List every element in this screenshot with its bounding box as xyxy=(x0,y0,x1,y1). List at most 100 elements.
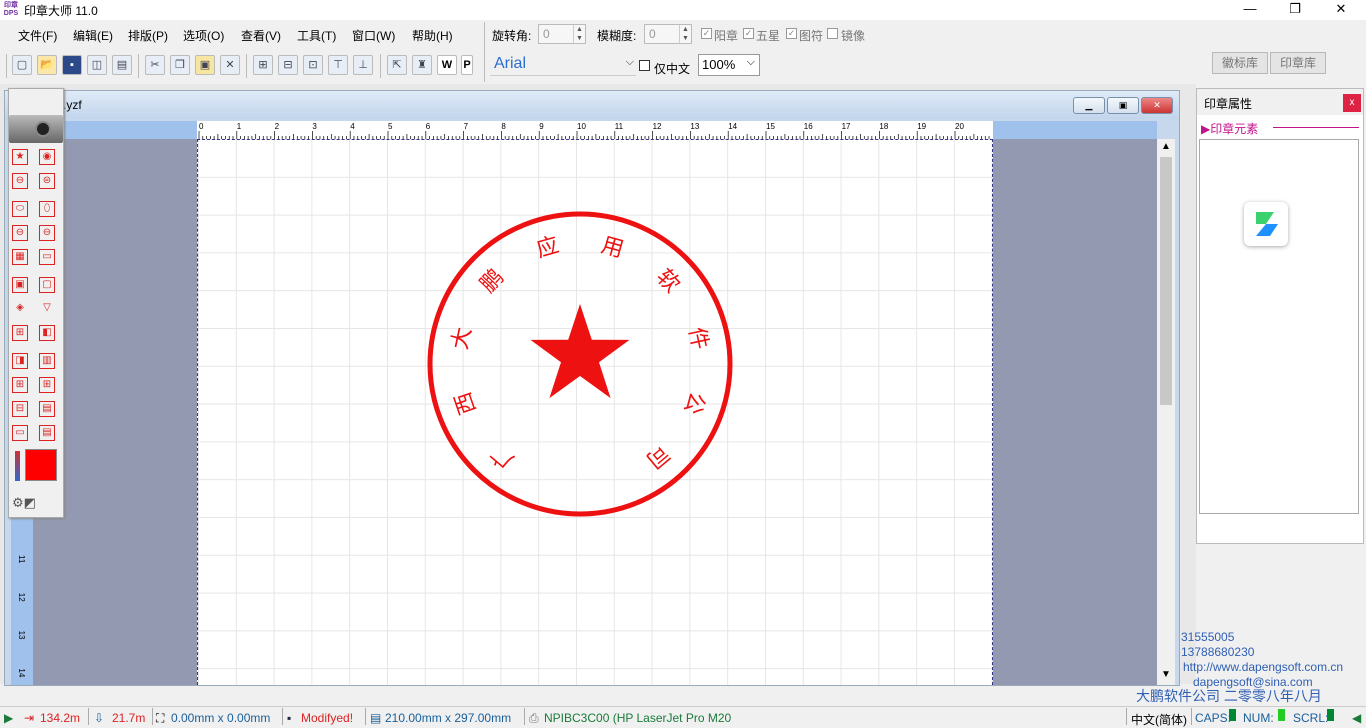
vertical-ruler-label: 13 xyxy=(17,631,26,640)
stamp-char: 大 xyxy=(448,325,477,352)
mirror-checkbox[interactable] xyxy=(827,28,838,39)
copy-icon[interactable]: ❐ xyxy=(170,55,190,75)
paste-icon[interactable]: ▣ xyxy=(195,55,215,75)
stamp-elements-section[interactable]: ▶印章元素 xyxy=(1201,120,1258,137)
align-right-icon[interactable]: ⊡ xyxy=(303,55,323,75)
menu-edit[interactable]: 编辑(E) xyxy=(73,27,113,44)
settings-tools-icon[interactable]: ⚙◩ xyxy=(12,495,60,515)
layout-a-icon[interactable]: ◨ xyxy=(12,353,28,369)
rotate-input[interactable]: 0 ▲ ▼ xyxy=(538,24,586,44)
square-stamp-icon[interactable]: ▣ xyxy=(12,277,28,293)
five-star-label: 五星 xyxy=(756,29,781,43)
maximize-button[interactable]: ❐ xyxy=(1272,0,1318,20)
five-star-checkbox[interactable]: ✓ xyxy=(743,28,754,39)
doc-close-button[interactable]: ✕ xyxy=(1141,97,1173,114)
ruler-label: 19 xyxy=(917,122,926,131)
align-icon[interactable]: ⊞ xyxy=(253,55,273,75)
ruler-label: 18 xyxy=(879,122,888,131)
menu-bar: 文件(F) 编辑(E) 排版(P) 选项(O) 查看(V) 工具(T) 窗口(W… xyxy=(0,20,480,50)
menu-options[interactable]: 选项(O) xyxy=(183,27,224,44)
oval-stamp-icon[interactable]: ⬭ xyxy=(12,201,28,217)
document-title: .yzf xyxy=(63,98,82,112)
print-icon[interactable]: ▤ xyxy=(112,55,132,75)
spin-arrows-icon: ▲ ▼ xyxy=(679,25,691,43)
scroll-thumb[interactable] xyxy=(1160,157,1172,405)
library-tabs: 徽标库 印章库 xyxy=(1212,52,1362,76)
paper-canvas[interactable]: 广西 大鹏应 用软件公司 xyxy=(197,139,993,685)
round-star-stamp-icon[interactable]: ★ xyxy=(12,149,28,165)
close-button[interactable]: ✕ xyxy=(1318,0,1364,20)
tab-stamp-library[interactable]: 印章库 xyxy=(1270,52,1326,74)
stamp-drawing[interactable]: 广西 大鹏应 用软件公司 xyxy=(198,140,994,686)
contact-phone-1: 31555005 xyxy=(1181,630,1235,644)
triangle-stamp-icon[interactable]: ▽ xyxy=(39,301,55,317)
property-panel-close-button[interactable]: x xyxy=(1343,94,1361,112)
menu-window[interactable]: 窗口(W) xyxy=(352,27,395,44)
align-top-icon[interactable]: ⊤ xyxy=(328,55,348,75)
menu-help[interactable]: 帮助(H) xyxy=(412,27,453,44)
ruler-label: 5 xyxy=(388,122,393,131)
square-frame-icon[interactable]: ▢ xyxy=(39,277,55,293)
vertical-scrollbar[interactable]: ▲ ▼ xyxy=(1157,139,1175,685)
layout-e-icon[interactable]: ⊟ xyxy=(12,401,28,417)
minimize-button[interactable]: — xyxy=(1227,0,1273,20)
chinese-only-checkbox[interactable] xyxy=(639,60,650,71)
preview-icon[interactable]: ◫ xyxy=(87,55,107,75)
menu-tools[interactable]: 工具(T) xyxy=(297,27,336,44)
layout-h-icon[interactable]: ▤ xyxy=(39,425,55,441)
round-text-stamp-icon[interactable]: ◉ xyxy=(39,149,55,165)
cut-icon[interactable]: ✂ xyxy=(145,55,165,75)
blur-input[interactable]: 0 ▲ ▼ xyxy=(644,24,692,44)
floating-app-icon[interactable] xyxy=(1244,202,1288,246)
pdf-icon[interactable]: P xyxy=(461,55,473,75)
open-icon[interactable]: 📂 xyxy=(37,55,57,75)
oval-line-stamp-icon[interactable]: ⊖ xyxy=(12,225,28,241)
yang-checkbox[interactable]: ✓ xyxy=(701,28,712,39)
oval-double-line-icon[interactable]: ⊖ xyxy=(39,225,55,241)
status-printer: NPIBC3C00 (HP LaserJet Pro M20 xyxy=(544,711,732,725)
stamp-color-swatch[interactable] xyxy=(25,449,57,481)
zoom-select[interactable]: 100% ⌵ xyxy=(698,54,760,76)
menu-layout[interactable]: 排版(P) xyxy=(128,27,168,44)
round-double-line-icon[interactable]: ⊜ xyxy=(39,173,55,189)
align-bottom-icon[interactable]: ⊥ xyxy=(353,55,373,75)
new-icon[interactable]: ▢ xyxy=(12,55,32,75)
eye-icon[interactable] xyxy=(9,115,63,143)
doc-restore-button[interactable]: ▣ xyxy=(1107,97,1139,114)
layout-f-icon[interactable]: ▤ xyxy=(39,401,55,417)
layout-b-icon[interactable]: ▥ xyxy=(39,353,55,369)
stamp-elements-list[interactable] xyxy=(1199,139,1359,514)
ruler-label: 7 xyxy=(464,122,469,131)
word-icon[interactable]: W xyxy=(437,55,457,75)
font-select[interactable]: Arial ⌵ xyxy=(490,54,636,76)
diamond-stamp-icon[interactable]: ◈ xyxy=(12,301,28,317)
ruler-label: 20 xyxy=(955,122,964,131)
graphic-checkbox[interactable]: ✓ xyxy=(786,28,797,39)
pos-y-icon: ⇩ xyxy=(94,711,105,725)
split-grid-stamp-icon[interactable]: ◧ xyxy=(39,325,55,341)
oval-dotted-stamp-icon[interactable]: ⬯ xyxy=(39,201,55,217)
export-icon[interactable]: ⇱ xyxy=(387,55,407,75)
vertical-ruler-label: 11 xyxy=(17,555,26,564)
tab-logo-library[interactable]: 徽标库 xyxy=(1212,52,1268,74)
grid-stamp-icon[interactable]: ▦ xyxy=(12,249,28,265)
stamp-tool-panel: ★ ◉ ⊖ ⊜ ⬭ ⬯ ⊖ ⊖ ▦ ▭ ▣ ▢ ◈ ▽ ⊞ ◧ ◨ ▥ ⊞ ⊞ … xyxy=(8,88,64,518)
layout-c-icon[interactable]: ⊞ xyxy=(12,377,28,393)
layout-d-icon[interactable]: ⊞ xyxy=(39,377,55,393)
four-grid-stamp-icon[interactable]: ⊞ xyxy=(12,325,28,341)
triangle-right-icon: ▶ xyxy=(1201,122,1211,136)
round-line-stamp-icon[interactable]: ⊖ xyxy=(12,173,28,189)
ruler-label: 13 xyxy=(690,122,699,131)
strip-stamp-icon[interactable]: ▭ xyxy=(39,249,55,265)
align-left-icon[interactable]: ⊟ xyxy=(278,55,298,75)
layout-g-icon[interactable]: ▭ xyxy=(12,425,28,441)
stamp-icon[interactable]: ♜ xyxy=(412,55,432,75)
save-icon[interactable]: ▪ xyxy=(62,55,82,75)
contact-website[interactable]: http://www.dapengsoft.com.cn xyxy=(1183,660,1343,674)
menu-view[interactable]: 查看(V) xyxy=(241,27,281,44)
menu-file[interactable]: 文件(F) xyxy=(18,27,57,44)
color-gradient[interactable] xyxy=(15,451,20,481)
doc-minimize-button[interactable]: ▁ xyxy=(1073,97,1105,114)
delete-icon[interactable]: ✕ xyxy=(220,55,240,75)
stamp-char: 鹏 xyxy=(476,265,509,298)
